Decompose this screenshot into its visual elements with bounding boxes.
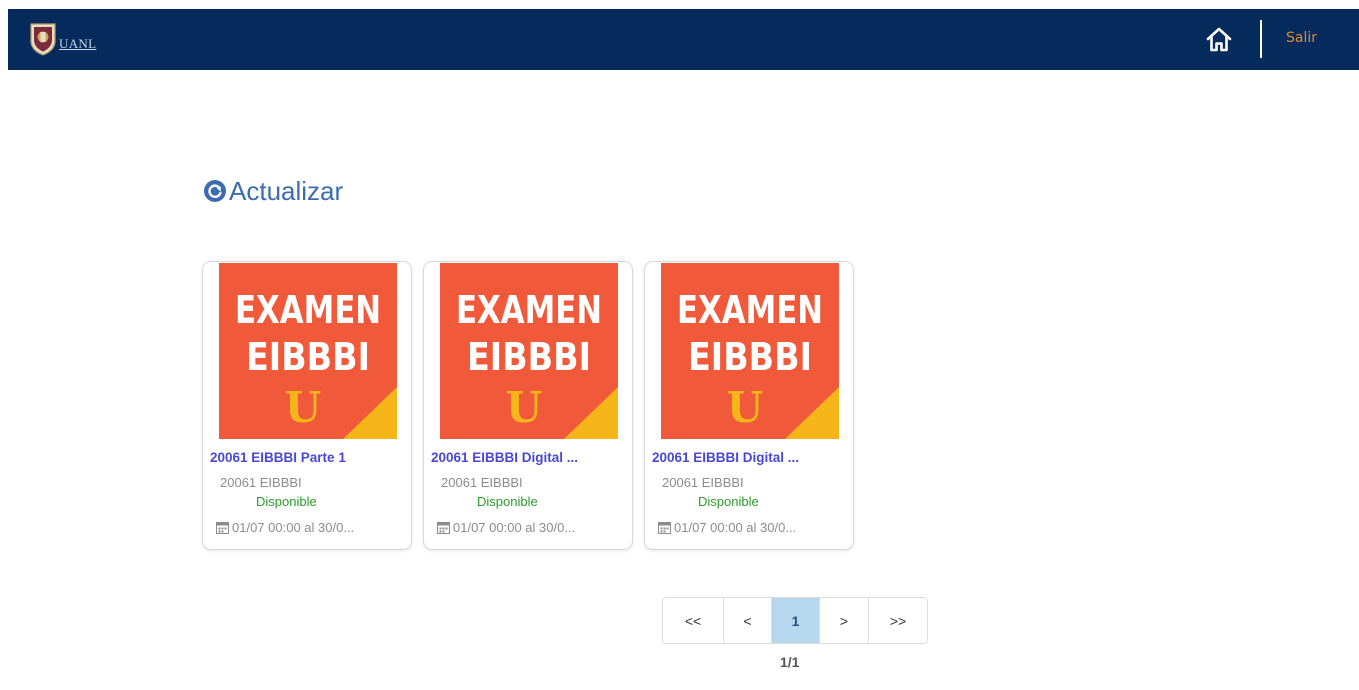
page: UANL Salir Actualizar EXAMEN EIBBBI U 20… [0,0,1359,690]
exam-card-status: Disponible [698,494,759,509]
exam-card-date-text: 01/07 00:00 al 30/0... [232,520,355,535]
exam-card-date-text: 01/07 00:00 al 30/0... [453,520,576,535]
refresh-label: Actualizar [229,176,344,206]
exam-card-code: 20061 EIBBBI [662,475,744,490]
logout-link[interactable]: Salir [1286,30,1317,46]
exam-card-image: EXAMEN EIBBBI U [219,263,397,439]
exam-card-code: 20061 EIBBBI [220,475,302,490]
exam-image-line2: EIBBBI [467,335,591,379]
exam-card[interactable]: EXAMEN EIBBBI U 20061 EIBBBI Digital ...… [644,261,854,550]
calendar-icon [216,522,229,534]
next-page-button[interactable]: > [819,598,868,643]
exam-image-line1: EXAMEN [677,288,823,332]
u-letter-icon: U [285,383,322,432]
exam-card-title[interactable]: 20061 EIBBBI Digital ... [431,450,627,465]
exam-card-image: EXAMEN EIBBBI U [661,263,839,439]
calendar-icon [658,522,671,534]
logo-text: UANL [59,36,97,51]
last-page-button[interactable]: >> [868,598,927,643]
exam-card-date: 01/07 00:00 al 30/0... [216,520,406,535]
calendar-icon [437,522,450,534]
university-seal-icon [30,23,56,56]
refresh-icon [204,180,226,202]
exam-image-line2: EIBBBI [246,335,370,379]
exam-card-title[interactable]: 20061 EIBBBI Parte 1 [210,450,406,465]
exam-card-date-text: 01/07 00:00 al 30/0... [674,520,797,535]
uanl-logo[interactable]: UANL [28,19,96,59]
exam-card[interactable]: EXAMEN EIBBBI U 20061 EIBBBI Parte 1 200… [202,261,412,550]
exam-card-title[interactable]: 20061 EIBBBI Digital ... [652,450,848,465]
first-page-button[interactable]: << [663,598,723,643]
u-letter-icon: U [727,383,764,432]
exam-card-image: EXAMEN EIBBBI U [440,263,618,439]
refresh-button[interactable]: Actualizar [203,176,343,206]
nav-divider [1260,20,1262,58]
top-navbar: UANL Salir [8,9,1359,70]
exam-card-code: 20061 EIBBBI [441,475,523,490]
pagination: << < 1 > >> [662,597,928,644]
exam-image-line2: EIBBBI [688,335,812,379]
exam-card[interactable]: EXAMEN EIBBBI U 20061 EIBBBI Digital ...… [423,261,633,550]
home-icon [1206,27,1232,52]
home-button[interactable] [1204,25,1234,55]
exam-card-status: Disponible [256,494,317,509]
exam-image-line1: EXAMEN [235,288,381,332]
exam-card-status: Disponible [477,494,538,509]
page-count: 1/1 [780,654,800,670]
page-1-button[interactable]: 1 [771,598,819,643]
prev-page-button[interactable]: < [723,598,771,643]
exam-image-line1: EXAMEN [456,288,602,332]
exam-card-date: 01/07 00:00 al 30/0... [658,520,848,535]
exam-card-date: 01/07 00:00 al 30/0... [437,520,627,535]
u-letter-icon: U [506,383,543,432]
